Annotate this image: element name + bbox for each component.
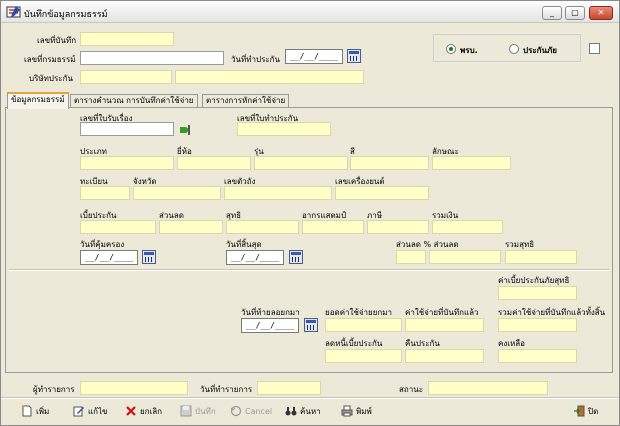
saved-cost-field[interactable] xyxy=(405,318,484,332)
close-button[interactable]: ปิด xyxy=(573,403,598,419)
print-button[interactable]: พิมพ์ xyxy=(341,403,372,419)
last-date-input[interactable]: __/__/____ xyxy=(241,318,299,333)
company-code-field[interactable] xyxy=(80,70,172,84)
prb-radio[interactable] xyxy=(446,44,456,54)
tab-policy-info[interactable]: ข้อมูลกรมธรรม์ xyxy=(7,92,69,109)
app-icon xyxy=(6,6,21,18)
policy-type-group: พรบ. ประกันภัย xyxy=(433,34,581,62)
cover-date-input[interactable]: __/__/____ xyxy=(80,250,138,265)
doc-date-calendar-icon[interactable] xyxy=(347,49,361,63)
end-date-calendar-icon[interactable] xyxy=(289,250,303,264)
cancel-button-label: Cancel xyxy=(245,406,273,416)
search-button-label: ค้นหา xyxy=(300,406,321,416)
policy-no-field[interactable] xyxy=(80,51,224,65)
cancel-doc-button[interactable]: ยกเลิก xyxy=(125,403,162,419)
brand-field[interactable] xyxy=(177,156,251,170)
lookup-icon[interactable] xyxy=(179,124,191,136)
doc-date-label: วันที่ทำประกัน xyxy=(231,55,280,64)
policy-no-label: เลขที่กรมธรรม์ xyxy=(24,55,76,64)
tab-deductions[interactable]: ตารางการหักค่าใช้จ่าย xyxy=(202,94,290,108)
printer-icon xyxy=(341,405,353,417)
disc-amount-field[interactable] xyxy=(429,250,501,264)
net-premium-field[interactable] xyxy=(498,286,577,300)
model-field[interactable] xyxy=(254,156,348,170)
all-cost-field[interactable] xyxy=(498,318,577,332)
save-icon xyxy=(180,405,192,417)
maximize-button[interactable]: ▢ xyxy=(565,6,585,20)
province-field[interactable] xyxy=(133,186,221,200)
reg-field[interactable] xyxy=(80,186,130,200)
body-field[interactable] xyxy=(432,156,511,170)
engine-field[interactable] xyxy=(335,186,429,200)
tax-field[interactable] xyxy=(367,220,429,234)
save-button[interactable]: บันทึก xyxy=(180,403,216,419)
edit-button-label: แก้ไข xyxy=(88,406,108,416)
close-window-button[interactable]: ✕ xyxy=(589,6,613,20)
insure-no-field[interactable] xyxy=(237,122,331,136)
net-field[interactable] xyxy=(226,220,299,234)
toolbar-divider xyxy=(1,397,619,399)
main-window: บันทึกข้อมูลกรมธรรม์ _ ▢ ✕ เลขที่บันทึก … xyxy=(0,0,620,426)
status-label: สถานะ xyxy=(399,385,423,394)
record-date-field xyxy=(257,381,321,395)
window-title: บันทึกข้อมูลกรมธรรม์ xyxy=(24,10,108,20)
section-divider xyxy=(9,269,609,271)
edit-button[interactable]: แก้ไข xyxy=(73,403,108,419)
add-button[interactable]: เพิ่ม xyxy=(21,403,49,419)
flag-checkbox[interactable] xyxy=(589,43,600,54)
claim-no-field[interactable] xyxy=(80,122,174,136)
new-document-icon xyxy=(21,405,32,417)
exit-door-icon xyxy=(574,405,585,417)
cancel-doc-button-label: ยกเลิก xyxy=(140,406,163,416)
return-ins-field[interactable] xyxy=(405,349,484,363)
undo-icon xyxy=(230,405,242,417)
print-button-label: พิมพ์ xyxy=(356,406,372,416)
premium-field[interactable] xyxy=(80,220,156,234)
search-button[interactable]: ค้นหา xyxy=(285,403,321,419)
record-no-label: เลขที่บันทึก xyxy=(37,36,77,45)
edit-icon xyxy=(73,406,84,417)
cover-date-calendar-icon[interactable] xyxy=(142,250,156,264)
reduce-premium-field[interactable] xyxy=(325,349,402,363)
insurance-radio[interactable] xyxy=(509,44,519,54)
status-field xyxy=(428,381,548,395)
add-button-label: เพิ่ม xyxy=(36,406,50,416)
disc-pct-field[interactable] xyxy=(396,250,426,264)
tab-expense-calc[interactable]: ตารางคำนวณ การบันทึกค่าใช้จ่าย xyxy=(70,94,198,108)
remain-field[interactable] xyxy=(498,349,577,363)
color-field[interactable] xyxy=(350,156,429,170)
last-date-calendar-icon[interactable] xyxy=(304,318,318,332)
minimize-button[interactable]: _ xyxy=(542,6,562,20)
chassis-field[interactable] xyxy=(224,186,332,200)
cancel-button[interactable]: Cancel xyxy=(230,403,272,419)
reporter-field xyxy=(80,381,188,395)
close-button-label: ปิด xyxy=(588,406,599,416)
company-label: บริษัทประกัน xyxy=(29,74,73,83)
insurance-radio-label: ประกันภัย xyxy=(523,46,557,55)
total-field[interactable] xyxy=(432,220,503,234)
reporter-label: ผู้ทำรายการ xyxy=(33,385,75,394)
net-total-field[interactable] xyxy=(505,250,577,264)
delete-icon xyxy=(126,406,136,416)
doc-date-input[interactable]: __/__/____ xyxy=(285,49,343,64)
discount-field[interactable] xyxy=(159,220,223,234)
prb-radio-label: พรบ. xyxy=(460,46,478,55)
record-date-label: วันที่ทำรายการ xyxy=(200,385,253,394)
stamp-field[interactable] xyxy=(302,220,364,234)
end-date-input[interactable]: __/__/____ xyxy=(226,250,284,265)
title-bar: บันทึกข้อมูลกรมธรรม์ _ ▢ ✕ xyxy=(1,1,619,23)
company-name-field[interactable] xyxy=(175,70,364,84)
record-no-field[interactable] xyxy=(80,32,174,46)
type-field[interactable] xyxy=(80,156,174,170)
carry-cost-field[interactable] xyxy=(325,318,402,332)
save-button-label: บันทึก xyxy=(195,406,216,416)
binoculars-icon xyxy=(285,407,297,416)
